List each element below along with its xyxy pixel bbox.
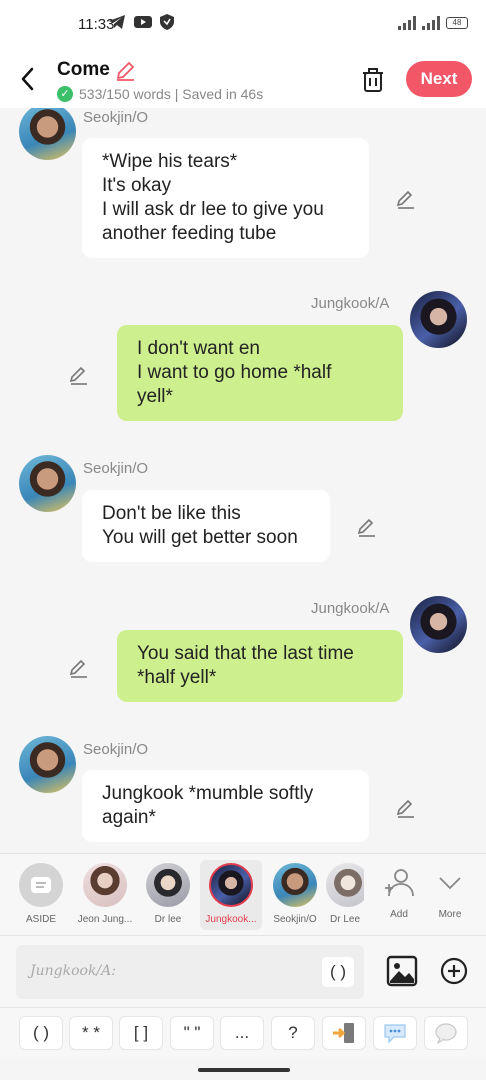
chat-area[interactable]: Seokjin/O *Wipe his tears* It's okay I w… xyxy=(0,108,486,853)
format-asterisk-button[interactable]: * * xyxy=(69,1016,113,1050)
speech-bubble-icon xyxy=(435,1023,457,1045)
character-label: Jeon Jung... xyxy=(77,914,133,925)
edit-title-icon[interactable] xyxy=(114,60,136,82)
speech-bubble-button[interactable] xyxy=(424,1016,468,1050)
signal-icon-2 xyxy=(422,16,440,30)
character-chip[interactable]: Dr Lee xyxy=(326,860,364,930)
message-sender: Seokjin/O xyxy=(83,460,149,477)
chat-bubble-button[interactable] xyxy=(373,1016,417,1050)
word-count-text: 533/150 words | Saved in 46s xyxy=(79,86,264,102)
editor-header: Come ✓ 533/150 words | Saved in 46s Next xyxy=(0,50,486,108)
signal-icon xyxy=(398,16,416,30)
add-user-icon xyxy=(385,869,414,897)
next-button[interactable]: Next xyxy=(406,61,472,97)
message-bubble[interactable]: I don't want en I want to go home *half … xyxy=(117,325,403,421)
telegram-icon xyxy=(109,15,125,29)
youtube-icon xyxy=(134,16,152,28)
format-toolbar: ( ) * * [ ] " " ... ? xyxy=(0,1007,486,1057)
edit-message-icon[interactable] xyxy=(356,516,378,538)
character-chip-selected[interactable]: Jungkook... xyxy=(200,860,262,930)
message-sender: Seokjin/O xyxy=(83,109,149,126)
character-chip-aside[interactable]: ASIDE xyxy=(10,860,72,930)
back-arrow-icon[interactable] xyxy=(16,64,40,94)
edit-message-icon[interactable] xyxy=(68,364,90,386)
format-brackets-button[interactable]: [ ] xyxy=(119,1016,163,1050)
chevron-down-icon xyxy=(439,877,461,890)
format-question-button[interactable]: ? xyxy=(271,1016,315,1050)
character-label: Dr lee xyxy=(154,914,182,925)
story-title: Come xyxy=(57,59,110,80)
message-sender: Jungkook/A xyxy=(311,600,390,617)
save-status: ✓ 533/150 words | Saved in 46s xyxy=(57,86,263,102)
character-selector: ASIDE Jeon Jung... Dr lee Jungkook... Se… xyxy=(0,853,486,935)
trash-icon[interactable] xyxy=(360,66,386,94)
avatar-seokjin[interactable] xyxy=(19,736,76,793)
battery-icon: 48 xyxy=(446,17,468,29)
image-icon[interactable] xyxy=(386,955,418,987)
home-indicator[interactable] xyxy=(198,1068,290,1072)
more-characters-button[interactable]: More xyxy=(419,860,481,930)
avatar-seokjin[interactable] xyxy=(19,455,76,512)
format-ellipsis-button[interactable]: ... xyxy=(220,1016,264,1050)
avatar-jungkook[interactable] xyxy=(410,596,467,653)
avatar xyxy=(146,863,190,907)
avatar-seokjin[interactable] xyxy=(19,108,76,160)
exit-icon xyxy=(333,1023,354,1043)
shield-icon xyxy=(160,14,174,30)
input-placeholder: Jungkook/A: xyxy=(30,963,116,979)
character-chip[interactable]: Jeon Jung... xyxy=(74,860,136,930)
message-sender: Jungkook/A xyxy=(311,295,390,312)
chat-bubble-icon xyxy=(384,1024,406,1044)
input-row: Jungkook/A: ( ) xyxy=(0,935,486,1007)
character-chip[interactable]: Seokjin/O xyxy=(264,860,326,930)
character-label: Dr Lee xyxy=(329,914,360,925)
edit-message-icon[interactable] xyxy=(395,188,417,210)
check-icon: ✓ xyxy=(57,86,73,102)
avatar xyxy=(326,863,364,907)
format-quotes-button[interactable]: " " xyxy=(170,1016,214,1050)
message-bubble[interactable]: You said that the last time *half yell* xyxy=(117,630,403,702)
more-label: More xyxy=(438,909,462,920)
format-parentheses-button[interactable]: ( ) xyxy=(19,1016,63,1050)
insert-parentheses-button[interactable]: ( ) xyxy=(322,957,354,987)
avatar-jungkook[interactable] xyxy=(410,291,467,348)
avatar xyxy=(209,863,253,907)
message-sender: Seokjin/O xyxy=(83,741,149,758)
character-label: Jungkook... xyxy=(205,914,257,925)
add-circle-icon[interactable] xyxy=(440,957,468,985)
message-bubble[interactable]: Don't be like this You will get better s… xyxy=(82,490,330,562)
character-chip[interactable]: Dr lee xyxy=(137,860,199,930)
aside-icon xyxy=(19,863,63,907)
message-input[interactable]: Jungkook/A: ( ) xyxy=(16,945,364,999)
exit-scene-button[interactable] xyxy=(322,1016,366,1050)
character-label: Seokjin/O xyxy=(273,914,317,925)
edit-message-icon[interactable] xyxy=(68,657,90,679)
character-label: ASIDE xyxy=(25,914,56,925)
edit-message-icon[interactable] xyxy=(395,797,417,819)
status-bar: 11:33 48 xyxy=(0,0,486,50)
avatar xyxy=(273,863,317,907)
message-bubble[interactable]: *Wipe his tears* It's okay I will ask dr… xyxy=(82,138,369,258)
avatar xyxy=(83,863,127,907)
message-bubble[interactable]: Jungkook *mumble softly again* xyxy=(82,770,369,842)
